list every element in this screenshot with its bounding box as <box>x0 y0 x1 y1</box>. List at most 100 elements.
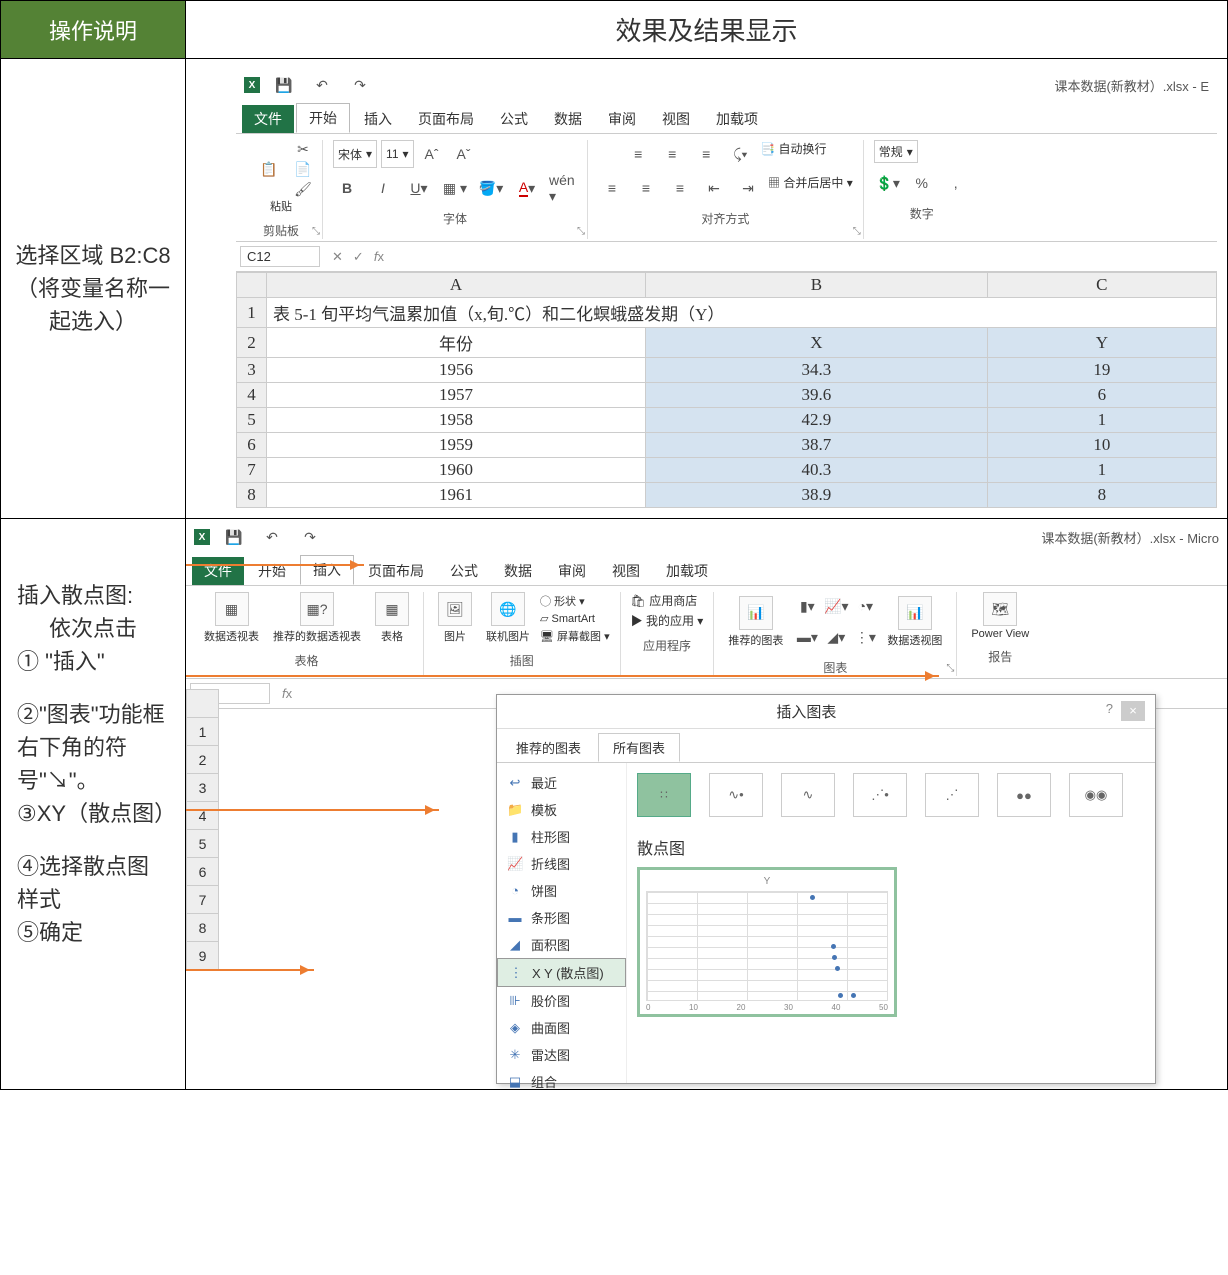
align-center-icon[interactable]: ≡ <box>632 174 660 202</box>
tab-formulas[interactable]: 公式 <box>488 105 540 133</box>
fx-icon-2[interactable]: fx <box>282 686 292 701</box>
fill-color-icon[interactable]: 🪣▾ <box>477 174 505 202</box>
chart-preview[interactable]: Y 01020304050 <box>637 867 897 1017</box>
fx-confirm-icon[interactable]: ✓ <box>353 249 364 265</box>
cat-combo[interactable]: ⬓组合 <box>497 1068 626 1089</box>
picture-icon[interactable]: 🖼 <box>438 592 472 626</box>
indent-dec-icon[interactable]: ⇤ <box>700 174 728 202</box>
comma-icon[interactable]: , <box>942 169 970 197</box>
fx-icon[interactable]: fx <box>374 249 384 264</box>
cat-pie[interactable]: ◔饼图 <box>497 877 626 904</box>
cut-icon[interactable]: ✂ <box>294 140 312 158</box>
copy-icon[interactable]: 📄 <box>294 160 312 178</box>
name-box[interactable]: C12 <box>240 246 320 267</box>
subtype-scatter[interactable]: ∷ <box>637 773 691 817</box>
redo-icon[interactable]: ↷ <box>346 71 374 99</box>
undo-icon[interactable]: ↶ <box>258 523 286 551</box>
underline-icon[interactable]: U ▾ <box>405 174 433 202</box>
phonetic-icon[interactable]: wén ▾ <box>549 174 577 202</box>
font-color-icon[interactable]: A▾ <box>513 174 541 202</box>
line-chart-icon[interactable]: 📈▾ <box>822 592 850 620</box>
bar-chart-icon[interactable]: ▬▾ <box>793 623 821 651</box>
subtype-bubble-3d[interactable]: ◉◉ <box>1069 773 1123 817</box>
cat-bar[interactable]: ▬条形图 <box>497 904 626 931</box>
italic-icon[interactable]: I <box>369 174 397 202</box>
wrap-text-button[interactable]: 📑 自动换行 <box>760 140 826 168</box>
align-middle-icon[interactable]: ≡ <box>658 140 686 168</box>
cat-column[interactable]: ▮柱形图 <box>497 823 626 850</box>
align-right-icon[interactable]: ≡ <box>666 174 694 202</box>
number-format-select[interactable]: 常规 ▾ <box>874 140 918 163</box>
bold-icon[interactable]: B <box>333 174 361 202</box>
tab-layout[interactable]: 页面布局 <box>406 105 486 133</box>
cat-scatter[interactable]: ⋮X Y (散点图) <box>497 958 626 987</box>
increase-font-icon[interactable]: Aˆ <box>418 140 446 168</box>
undo-icon[interactable]: ↶ <box>308 71 336 99</box>
smartart-button[interactable]: ▱ SmartArt <box>540 612 610 625</box>
font-size-select[interactable]: 11 ▾ <box>381 140 414 168</box>
subtype-scatter-lines[interactable]: ⋰ <box>925 773 979 817</box>
paste-icon[interactable]: 📋 <box>250 150 288 188</box>
redo-icon[interactable]: ↷ <box>296 523 324 551</box>
tab-home[interactable]: 开始 <box>296 103 350 133</box>
pie-chart-icon[interactable]: ◔▾ <box>851 592 879 620</box>
screenshot-button[interactable]: 🖥 屏幕截图 ▾ <box>540 628 610 644</box>
tab-view-2[interactable]: 视图 <box>600 557 652 585</box>
my-apps-button[interactable]: ▶ 我的应用 ▾ <box>631 612 704 629</box>
tab-insert[interactable]: 插入 <box>352 105 404 133</box>
tab-review[interactable]: 审阅 <box>596 105 648 133</box>
dlg-tab-all[interactable]: 所有图表 <box>598 733 680 762</box>
decrease-font-icon[interactable]: Aˇ <box>450 140 478 168</box>
align-launcher-icon[interactable]: ⤡ <box>853 226 861 237</box>
app-store-button[interactable]: 🛍 应用商店 <box>631 592 698 609</box>
subtype-scatter-smooth[interactable]: ∿ <box>781 773 835 817</box>
percent-icon[interactable]: % <box>908 169 936 197</box>
fx-cancel-icon[interactable]: ✕ <box>332 249 343 265</box>
area-chart-icon[interactable]: ◢▾ <box>822 623 850 651</box>
subtype-scatter-lines-markers[interactable]: ⋰• <box>853 773 907 817</box>
dialog-help-icon[interactable]: ? <box>1106 701 1113 722</box>
charts-launcher-icon[interactable]: ⤡ <box>946 663 954 674</box>
align-top-icon[interactable]: ≡ <box>624 140 652 168</box>
font-launcher-icon[interactable]: ⤡ <box>577 226 585 237</box>
tab-home-2[interactable]: 开始 <box>246 557 298 585</box>
tab-formulas-2[interactable]: 公式 <box>438 557 490 585</box>
column-chart-icon[interactable]: ▮▾ <box>793 592 821 620</box>
cat-recent[interactable]: ↩最近 <box>497 769 626 796</box>
powerview-icon[interactable]: 🗺 <box>983 592 1017 626</box>
dialog-close-icon[interactable]: × <box>1121 701 1145 721</box>
tab-file-2[interactable]: 文件 <box>192 557 244 585</box>
scatter-chart-icon[interactable]: ⋮▾ <box>851 623 879 651</box>
tab-addins-2[interactable]: 加载项 <box>654 557 720 585</box>
align-bottom-icon[interactable]: ≡ <box>692 140 720 168</box>
tab-file[interactable]: 文件 <box>242 105 294 133</box>
tab-data[interactable]: 数据 <box>542 105 594 133</box>
cat-stock[interactable]: ⊪股价图 <box>497 987 626 1014</box>
cat-line[interactable]: 📈折线图 <box>497 850 626 877</box>
table-icon[interactable]: ▦ <box>375 592 409 626</box>
cat-radar[interactable]: ✳雷达图 <box>497 1041 626 1068</box>
table-title-cell[interactable]: 表 5-1 旬平均气温累加值（x,旬.℃）和二化螟蛾盛发期（Y） <box>267 298 1217 328</box>
format-painter-icon[interactable]: 🖌 <box>294 180 312 198</box>
save-icon[interactable]: 💾 <box>220 523 248 551</box>
worksheet-rows[interactable]: 1234 56789 <box>186 689 219 970</box>
tab-insert-2[interactable]: 插入 <box>300 555 354 585</box>
pivot-table-icon[interactable]: ▦ <box>215 592 249 626</box>
orientation-icon[interactable]: ⤹▾ <box>726 140 754 168</box>
subtype-bubble[interactable]: ●● <box>997 773 1051 817</box>
tab-review-2[interactable]: 审阅 <box>546 557 598 585</box>
shapes-button[interactable]: ◯ 形状 ▾ <box>540 593 610 609</box>
online-pic-icon[interactable]: 🌐 <box>491 592 525 626</box>
cat-area[interactable]: ◢面积图 <box>497 931 626 958</box>
rec-pivot-icon[interactable]: ▦? <box>300 592 334 626</box>
cat-template[interactable]: 📁模板 <box>497 796 626 823</box>
save-icon[interactable]: 💾 <box>270 71 298 99</box>
merge-center-button[interactable]: ▦ 合并后居中 ▾ <box>768 174 853 202</box>
rec-charts-icon[interactable]: 📊 <box>739 596 773 630</box>
tab-layout-2[interactable]: 页面布局 <box>356 557 436 585</box>
border-icon[interactable]: ▦ ▾ <box>441 174 469 202</box>
font-name-select[interactable]: 宋体 ▾ <box>333 140 377 168</box>
tab-view[interactable]: 视图 <box>650 105 702 133</box>
indent-inc-icon[interactable]: ⇥ <box>734 174 762 202</box>
clipboard-launcher-icon[interactable]: ⤡ <box>312 226 320 237</box>
